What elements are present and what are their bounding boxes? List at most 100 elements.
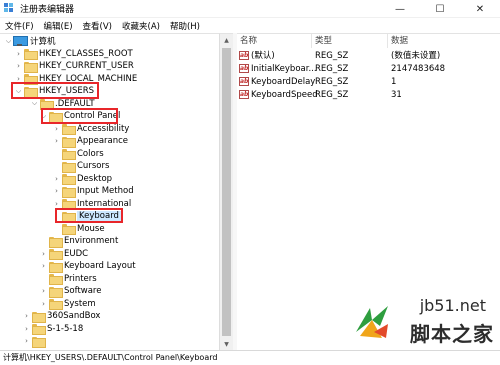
scroll-up-icon[interactable]: ▲ <box>220 34 233 46</box>
tree-item-software[interactable]: › Software <box>39 285 101 298</box>
values-pane[interactable]: 名称 类型 数据 ab (默认) REG_SZ (数值未设置) ab Initial… <box>237 33 500 350</box>
folder-icon <box>49 261 63 273</box>
value-row[interactable]: ab KeyboardDelay REG_SZ 1 <box>237 76 500 89</box>
expand-arrow-icon[interactable]: › <box>22 337 31 345</box>
expand-arrow-icon[interactable]: › <box>39 287 48 295</box>
folder-icon <box>32 324 46 336</box>
tree-item-label: Software <box>64 286 102 297</box>
tree-item-cursors[interactable]: Cursors <box>52 160 109 173</box>
window-title: 注册表编辑器 <box>20 5 75 15</box>
tree-item-partial[interactable]: › <box>22 335 47 348</box>
folder-icon <box>32 311 46 323</box>
tree-item-label: Accessibility <box>77 123 130 134</box>
tree-item-computer[interactable]: ⌵ 计算机 <box>4 35 56 48</box>
tree-item-input-method[interactable]: › Input Method <box>52 185 134 198</box>
column-header-name[interactable]: 名称 <box>237 34 257 48</box>
value-data: 31 <box>391 90 402 100</box>
tree-item-accessibility[interactable]: › Accessibility <box>52 123 129 136</box>
value-data: 1 <box>391 77 397 87</box>
folder-icon <box>62 161 76 173</box>
folder-icon <box>24 61 38 73</box>
expand-arrow-icon[interactable]: › <box>39 250 48 258</box>
tree-pane[interactable]: ⌵ 计算机 › HKEY_CLASSES_ROOT › HKEY_CURRENT… <box>0 33 220 350</box>
watermark-text: 脚本之家 <box>410 322 494 346</box>
menu-help[interactable]: 帮助(H) <box>165 20 205 32</box>
menu-file[interactable]: 文件(F) <box>0 20 39 32</box>
expand-arrow-icon[interactable]: › <box>52 187 61 195</box>
value-data: 2147483648 <box>391 64 446 74</box>
expand-arrow-icon[interactable]: › <box>52 137 61 145</box>
value-row[interactable]: ab (默认) REG_SZ (数值未设置) <box>237 50 500 63</box>
tree-item-label: 计算机 <box>30 37 56 48</box>
watermark-site: jb51.net <box>419 296 486 315</box>
tree-item-label: Desktop <box>77 173 113 184</box>
tree-item-label: S-1-5-18 <box>47 323 84 334</box>
folder-icon <box>62 224 76 236</box>
tree-scrollbar[interactable]: ▲ ▼ <box>220 33 233 350</box>
tree-item-label: Input Method <box>77 186 134 197</box>
tree-item-label: Mouse <box>77 223 105 234</box>
tree-item-desktop[interactable]: › Desktop <box>52 173 112 186</box>
menu-view[interactable]: 查看(V) <box>78 20 117 32</box>
value-row[interactable]: ab InitialKeyboar... REG_SZ 2147483648 <box>237 63 500 76</box>
value-type: REG_SZ <box>315 51 349 61</box>
value-type: REG_SZ <box>315 90 349 100</box>
tree-item-hkcu[interactable]: › HKEY_CURRENT_USER <box>14 60 134 73</box>
tree-item-eudc[interactable]: › EUDC <box>39 248 88 261</box>
tree-item-label: Environment <box>64 236 119 247</box>
menu-edit[interactable]: 编辑(E) <box>39 20 78 32</box>
expand-arrow-icon[interactable]: › <box>39 262 48 270</box>
tree-item-environment[interactable]: Environment <box>39 235 118 248</box>
collapse-arrow-icon[interactable]: ⌵ <box>4 37 13 46</box>
collapse-arrow-icon[interactable]: ⌵ <box>30 99 39 108</box>
site-logo-icon <box>356 306 388 338</box>
value-row[interactable]: ab KeyboardSpeed REG_SZ 31 <box>237 89 500 102</box>
title-bar: 注册表编辑器 — ☐ ✕ <box>0 0 500 18</box>
expand-arrow-icon[interactable]: › <box>14 50 23 58</box>
folder-icon <box>62 136 76 148</box>
tree-item-360sandbox[interactable]: › 360SandBox <box>22 310 100 323</box>
value-type: REG_SZ <box>315 77 349 87</box>
computer-icon <box>13 36 28 47</box>
expand-arrow-icon[interactable]: › <box>39 300 48 308</box>
minimize-button[interactable]: — <box>380 0 420 18</box>
tree-item-keyboard-layout[interactable]: › Keyboard Layout <box>39 260 136 273</box>
scrollbar-thumb[interactable] <box>222 48 231 336</box>
tree-item-printers[interactable]: Printers <box>39 273 97 286</box>
value-name: KeyboardDelay <box>251 77 316 87</box>
tree-item-s-1-5-18[interactable]: › S-1-5-18 <box>22 323 83 336</box>
highlight-box-keyboard <box>55 208 123 223</box>
expand-arrow-icon[interactable]: › <box>52 125 61 133</box>
expand-arrow-icon[interactable]: › <box>14 62 23 70</box>
string-value-icon: ab <box>239 90 249 99</box>
column-header-type[interactable]: 类型 <box>312 34 332 48</box>
folder-icon <box>49 236 63 248</box>
string-value-icon: ab <box>239 51 249 60</box>
menu-favorites[interactable]: 收藏夹(A) <box>117 20 165 32</box>
tree-item-label: HKEY_CLASSES_ROOT <box>39 48 133 59</box>
column-header-data[interactable]: 数据 <box>388 34 408 48</box>
folder-icon <box>62 199 76 211</box>
folder-icon <box>62 149 76 161</box>
tree-item-colors[interactable]: Colors <box>52 148 104 161</box>
tree-item-label: Keyboard Layout <box>64 261 136 272</box>
folder-icon <box>49 274 63 286</box>
value-data: (数值未设置) <box>391 51 441 61</box>
string-value-icon: ab <box>239 77 249 86</box>
tree-item-mouse[interactable]: Mouse <box>52 223 105 236</box>
menu-bar: 文件(F) 编辑(E) 查看(V) 收藏夹(A) 帮助(H) <box>0 18 500 33</box>
tree-item-label: Colors <box>77 148 104 159</box>
close-button[interactable]: ✕ <box>460 0 500 18</box>
tree-item-hkcr[interactable]: › HKEY_CLASSES_ROOT <box>14 48 133 61</box>
tree-item-system[interactable]: › System <box>39 298 96 311</box>
tree-item-appearance[interactable]: › Appearance <box>52 135 128 148</box>
expand-arrow-icon[interactable]: › <box>22 325 31 333</box>
value-name: (默认) <box>251 51 275 61</box>
value-name: KeyboardSpeed <box>251 90 318 100</box>
expand-arrow-icon[interactable]: › <box>22 312 31 320</box>
maximize-button[interactable]: ☐ <box>420 0 460 18</box>
expand-arrow-icon[interactable]: › <box>52 200 61 208</box>
scroll-down-icon[interactable]: ▼ <box>220 338 233 350</box>
expand-arrow-icon[interactable]: › <box>52 175 61 183</box>
folder-icon <box>24 49 38 61</box>
